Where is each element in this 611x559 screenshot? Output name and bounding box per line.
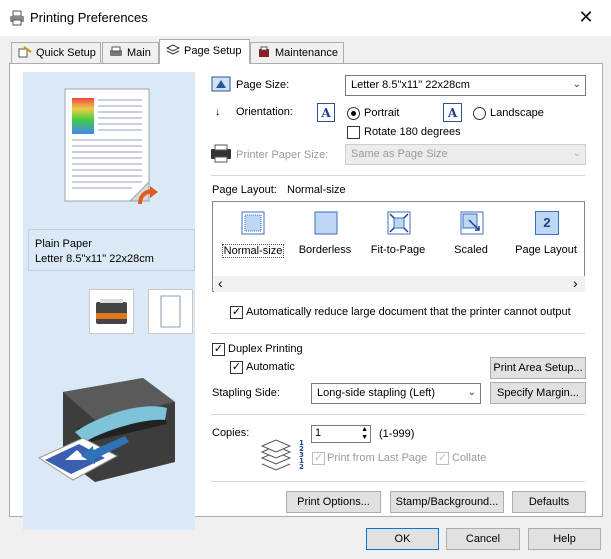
chevron-down-icon: ⌄ — [572, 79, 581, 90]
layout-option-label: Fit-to-Page — [370, 244, 426, 256]
copies-label: Copies: — [212, 427, 250, 439]
portrait-icon: A — [317, 103, 335, 122]
portrait-label: Portrait — [364, 107, 400, 119]
page-layout-icon: 2 — [535, 211, 559, 235]
auto-reduce-checkbox[interactable]: ✓ — [230, 306, 243, 319]
page-preview-icon — [64, 88, 158, 205]
stamp-background-button[interactable]: Stamp/Background... — [390, 491, 504, 513]
printer-illustration — [37, 378, 175, 482]
svg-text:2: 2 — [299, 463, 304, 471]
collate-checkbox[interactable]: ✓ — [436, 452, 449, 465]
quick-setup-icon — [18, 46, 32, 58]
tab-main[interactable]: Main — [102, 42, 159, 63]
down-arrow-icon: ↓ — [215, 106, 221, 118]
divider — [211, 414, 585, 415]
horizontal-scrollbar[interactable]: ‹ › — [214, 275, 585, 292]
copies-value: 1 — [315, 427, 322, 439]
copies-stack-icon — [260, 438, 296, 472]
landscape-label: Landscape — [490, 107, 544, 119]
collate-label: Collate — [452, 452, 487, 464]
stapling-side-label: Stapling Side: — [212, 387, 280, 399]
cancel-button[interactable]: Cancel — [446, 528, 520, 550]
print-area-setup-button[interactable]: Print Area Setup... — [490, 357, 586, 379]
media-type-text: Plain Paper — [35, 238, 92, 250]
scaled-icon — [460, 211, 484, 235]
divider — [211, 175, 585, 176]
spin-up-icon[interactable]: ▲ — [361, 426, 368, 433]
print-from-last-page-label: Print from Last Page — [327, 452, 428, 464]
layout-option-label: Normal-size — [222, 244, 284, 258]
main-icon — [109, 46, 123, 58]
duplex-printing-label: Duplex Printing — [228, 343, 303, 355]
layout-normal-size[interactable]: Normal-size — [217, 202, 287, 276]
close-button[interactable]: ✕ — [566, 3, 606, 31]
paper-size-text: Letter 8.5"x11" 22x28cm — [35, 253, 154, 265]
normal-size-icon — [241, 211, 265, 235]
page-setup-icon — [165, 44, 181, 56]
ok-button[interactable]: OK — [366, 528, 439, 550]
spin-down-icon[interactable]: ▼ — [361, 434, 368, 441]
copies-range: (1-999) — [379, 428, 415, 440]
landscape-radio[interactable] — [473, 107, 486, 120]
printer-paper-size-select[interactable]: Same as Page Size ⌄ — [345, 144, 586, 165]
tab-page-setup[interactable]: Page Setup — [159, 39, 250, 64]
page-size-select[interactable]: Letter 8.5"x11" 22x28cm ⌄ — [345, 75, 586, 96]
tab-label: Quick Setup — [36, 47, 96, 59]
specify-margin-button[interactable]: Specify Margin... — [490, 382, 586, 404]
tab-label: Main — [127, 47, 151, 59]
help-button[interactable]: Help — [528, 528, 601, 550]
duplex-automatic-label: Automatic — [246, 361, 295, 373]
page-order-icon: 12312 — [298, 438, 308, 474]
duplex-printing-checkbox[interactable]: ✓ — [212, 343, 225, 356]
printer-output-icon — [89, 289, 134, 334]
stapling-side-value: Long-side stapling (Left) — [317, 387, 436, 399]
printer-paper-size-label: Printer Paper Size: — [236, 149, 329, 161]
landscape-icon: A — [443, 103, 462, 122]
stapling-side-select[interactable]: Long-side stapling (Left) ⌄ — [311, 383, 481, 404]
window-title: Printing Preferences — [30, 10, 148, 25]
borderless-icon — [314, 211, 338, 235]
rotate-180-label: Rotate 180 degrees — [364, 126, 461, 138]
tab-quick-setup[interactable]: Quick Setup — [11, 42, 101, 63]
chevron-down-icon: ⌄ — [572, 148, 581, 159]
page-size-value: Letter 8.5"x11" 22x28cm — [351, 79, 470, 91]
divider — [211, 481, 585, 482]
fit-to-page-icon — [387, 211, 411, 235]
page-layout-list[interactable]: Normal-size Borderless Fit-to-Page Scale… — [212, 201, 585, 292]
layout-option-label: Scaled — [454, 244, 488, 256]
portrait-radio[interactable] — [347, 107, 360, 120]
tab-label: Page Setup — [184, 45, 242, 57]
layout-page-layout[interactable]: 2 Page Layout — [511, 202, 581, 276]
layout-option-label: Page Layout — [515, 244, 577, 256]
print-from-last-page-checkbox[interactable]: ✓ — [312, 452, 325, 465]
layout-scaled[interactable]: Scaled — [436, 202, 506, 276]
printer-paper-size-value: Same as Page Size — [351, 148, 448, 160]
rotate-180-checkbox[interactable] — [347, 126, 360, 139]
defaults-button[interactable]: Defaults — [512, 491, 586, 513]
printer-paper-size-icon — [209, 143, 233, 163]
page-layout-label: Page Layout: — [212, 184, 277, 196]
layout-option-label: Borderless — [298, 244, 352, 256]
auto-reduce-label: Automatically reduce large document that… — [246, 306, 571, 318]
duplex-automatic-checkbox[interactable]: ✓ — [230, 361, 243, 374]
page-size-icon — [211, 76, 231, 94]
paper-source-icon — [148, 289, 193, 334]
print-options-button[interactable]: Print Options... — [286, 491, 381, 513]
orientation-label: Orientation: — [236, 106, 293, 118]
maintenance-icon — [257, 46, 271, 58]
divider — [211, 333, 585, 334]
paper-info: Plain Paper Letter 8.5"x11" 22x28cm — [28, 229, 195, 271]
printer-icon — [10, 10, 24, 26]
page-layout-current: Normal-size — [287, 184, 346, 196]
scroll-left-icon[interactable]: ‹ — [218, 275, 223, 291]
layout-fit-to-page[interactable]: Fit-to-Page — [363, 202, 433, 276]
copies-input[interactable]: 1 ▲ ▼ — [311, 425, 371, 443]
layout-borderless[interactable]: Borderless — [290, 202, 360, 276]
chevron-down-icon: ⌄ — [467, 387, 476, 398]
scroll-right-icon[interactable]: › — [573, 275, 578, 291]
tab-label: Maintenance — [275, 47, 338, 59]
tab-maintenance[interactable]: Maintenance — [250, 42, 344, 63]
page-size-label: Page Size: — [236, 79, 290, 91]
